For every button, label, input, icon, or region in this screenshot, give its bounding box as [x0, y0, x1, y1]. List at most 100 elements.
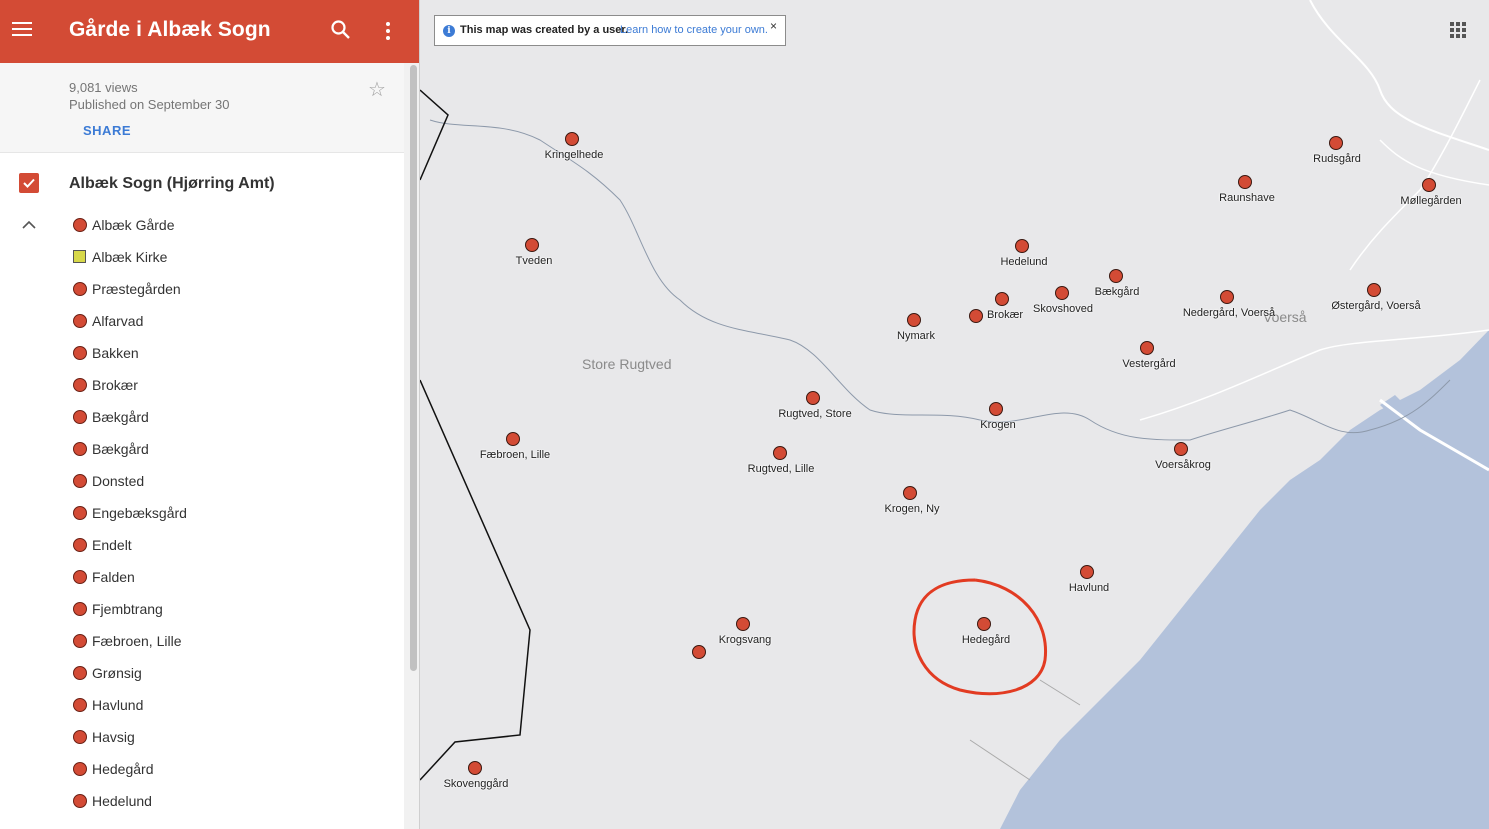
layer-list-item[interactable]: Hedelund: [0, 785, 404, 817]
map-pin[interactable]: [525, 238, 539, 252]
circle-marker-icon: [73, 698, 87, 712]
share-button[interactable]: SHARE: [83, 123, 131, 138]
map-pin[interactable]: [907, 313, 921, 327]
layer-list-item[interactable]: Havlund: [0, 689, 404, 721]
layer-item-label: Alfarvad: [92, 313, 144, 329]
layer-item-label: Engebæksgård: [92, 505, 187, 521]
layer-item-label: Præstegården: [92, 281, 181, 297]
map-pin-label: Rugtved, Store: [778, 408, 852, 420]
map-pin[interactable]: [977, 617, 991, 631]
layer-list-item[interactable]: Fæbroen, Lille: [0, 625, 404, 657]
layer-list-item[interactable]: Havsig: [0, 721, 404, 753]
map-pin[interactable]: [1080, 565, 1094, 579]
circle-marker-icon: [73, 506, 87, 520]
layer-list-item[interactable]: Engebæksgård: [0, 497, 404, 529]
apps-grid-icon[interactable]: [1450, 22, 1466, 38]
circle-marker-icon: [73, 602, 87, 616]
map-pin[interactable]: [1220, 290, 1234, 304]
circle-marker-icon: [73, 378, 87, 392]
map-pin-label: Nedergård, Voerså: [1182, 307, 1276, 319]
map-pin-label: Krogen, Ny: [884, 503, 940, 515]
layer-item-label: Brokær: [92, 377, 138, 393]
map-pin-label: Voersåkrog: [1155, 459, 1211, 471]
map-pin[interactable]: [1055, 286, 1069, 300]
map-pin-label: Vestergård: [1122, 358, 1176, 370]
circle-marker-icon: [73, 474, 87, 488]
map-pin[interactable]: [1422, 178, 1436, 192]
layer-item-list: Albæk Gårde Albæk Kirke Præstegården Alfarv…: [0, 209, 404, 817]
layer-list-item[interactable]: Brokær: [0, 369, 404, 401]
layer-item-label: Bækgård: [92, 441, 149, 457]
layer-list-item[interactable]: Falden: [0, 561, 404, 593]
layer-checkbox[interactable]: [19, 173, 39, 193]
circle-marker-icon: [73, 314, 87, 328]
circle-marker-icon: [73, 730, 87, 744]
map-pin[interactable]: [1367, 283, 1381, 297]
map-pin[interactable]: [506, 432, 520, 446]
map-pin[interactable]: [995, 292, 1009, 306]
map-pin[interactable]: [1329, 136, 1343, 150]
layer-list-item[interactable]: Bækgård: [0, 401, 404, 433]
circle-marker-icon: [73, 538, 87, 552]
layer-list-item[interactable]: Grønsig: [0, 657, 404, 689]
map-pin-label: Rugtved, Lille: [747, 463, 815, 475]
more-options-icon[interactable]: [378, 19, 398, 43]
map-pin[interactable]: [1015, 239, 1029, 253]
layer-item-label: Fjembtrang: [92, 601, 163, 617]
star-icon[interactable]: ☆: [368, 77, 386, 102]
map-pin[interactable]: [692, 645, 706, 659]
map-pin[interactable]: [806, 391, 820, 405]
view-count: 9,081 views: [69, 80, 138, 95]
layer-item-label: Falden: [92, 569, 135, 585]
map-pin-label: Havlund: [1068, 582, 1110, 594]
map-pin-label: Nymark: [897, 330, 935, 342]
hamburger-menu-icon[interactable]: [10, 18, 34, 42]
map-pin-label: Rudsgård: [1313, 153, 1361, 165]
map-pin-label: Brokær: [986, 309, 1024, 321]
layer-list-item[interactable]: Donsted: [0, 465, 404, 497]
map-canvas[interactable]: Store Rugtved Voerså Kringelhede Tveden …: [420, 0, 1489, 829]
circle-marker-icon: [73, 346, 87, 360]
map-pin-label: Fæbroen, Lille: [479, 449, 551, 461]
layer-list-item[interactable]: Albæk Gårde: [0, 209, 404, 241]
layer-item-label: Hedegård: [92, 761, 154, 777]
map-pin[interactable]: [1174, 442, 1188, 456]
layer-item-label: Endelt: [92, 537, 132, 553]
circle-marker-icon: [73, 442, 87, 456]
layer-list-item[interactable]: Hedegård: [0, 753, 404, 785]
map-pin[interactable]: [1109, 269, 1123, 283]
map-info-panel: 9,081 views Published on September 30 SH…: [0, 63, 404, 153]
circle-marker-icon: [73, 282, 87, 296]
sidebar-scrollbar[interactable]: [404, 63, 419, 829]
layer-list-item[interactable]: Præstegården: [0, 273, 404, 305]
info-icon: i: [443, 25, 455, 37]
map-pin[interactable]: [969, 309, 983, 323]
map-pin-label: Kringelhede: [544, 149, 604, 161]
search-icon[interactable]: [330, 19, 352, 41]
map-pin[interactable]: [773, 446, 787, 460]
layer-list-item[interactable]: Fjembtrang: [0, 593, 404, 625]
layer-list-item[interactable]: Albæk Kirke: [0, 241, 404, 273]
layer-item-label: Havlund: [92, 697, 144, 713]
map-pin[interactable]: [903, 486, 917, 500]
map-pin[interactable]: [1238, 175, 1252, 189]
layer-list-item[interactable]: Bækgård: [0, 433, 404, 465]
map-pin[interactable]: [1140, 341, 1154, 355]
map-pin[interactable]: [736, 617, 750, 631]
map-pin-label: Skovenggård: [443, 778, 509, 790]
map-pin[interactable]: [989, 402, 1003, 416]
map-pin[interactable]: [565, 132, 579, 146]
map-pin[interactable]: [468, 761, 482, 775]
scrollbar-thumb[interactable]: [410, 65, 417, 671]
layer-list-item[interactable]: Bakken: [0, 337, 404, 369]
layer-item-label: Albæk Gårde: [92, 217, 175, 233]
map-pin-label: Hedegård: [961, 634, 1011, 646]
layer-item-label: Hedelund: [92, 793, 152, 809]
close-icon[interactable]: ×: [770, 19, 777, 33]
learn-more-link[interactable]: Learn how to create your own.: [620, 24, 768, 36]
user-map-notice: i This map was created by a user. Learn …: [434, 15, 786, 46]
map-pin-label: Hedelund: [1000, 256, 1048, 268]
circle-marker-icon: [73, 570, 87, 584]
layer-list-item[interactable]: Alfarvad: [0, 305, 404, 337]
layer-list-item[interactable]: Endelt: [0, 529, 404, 561]
